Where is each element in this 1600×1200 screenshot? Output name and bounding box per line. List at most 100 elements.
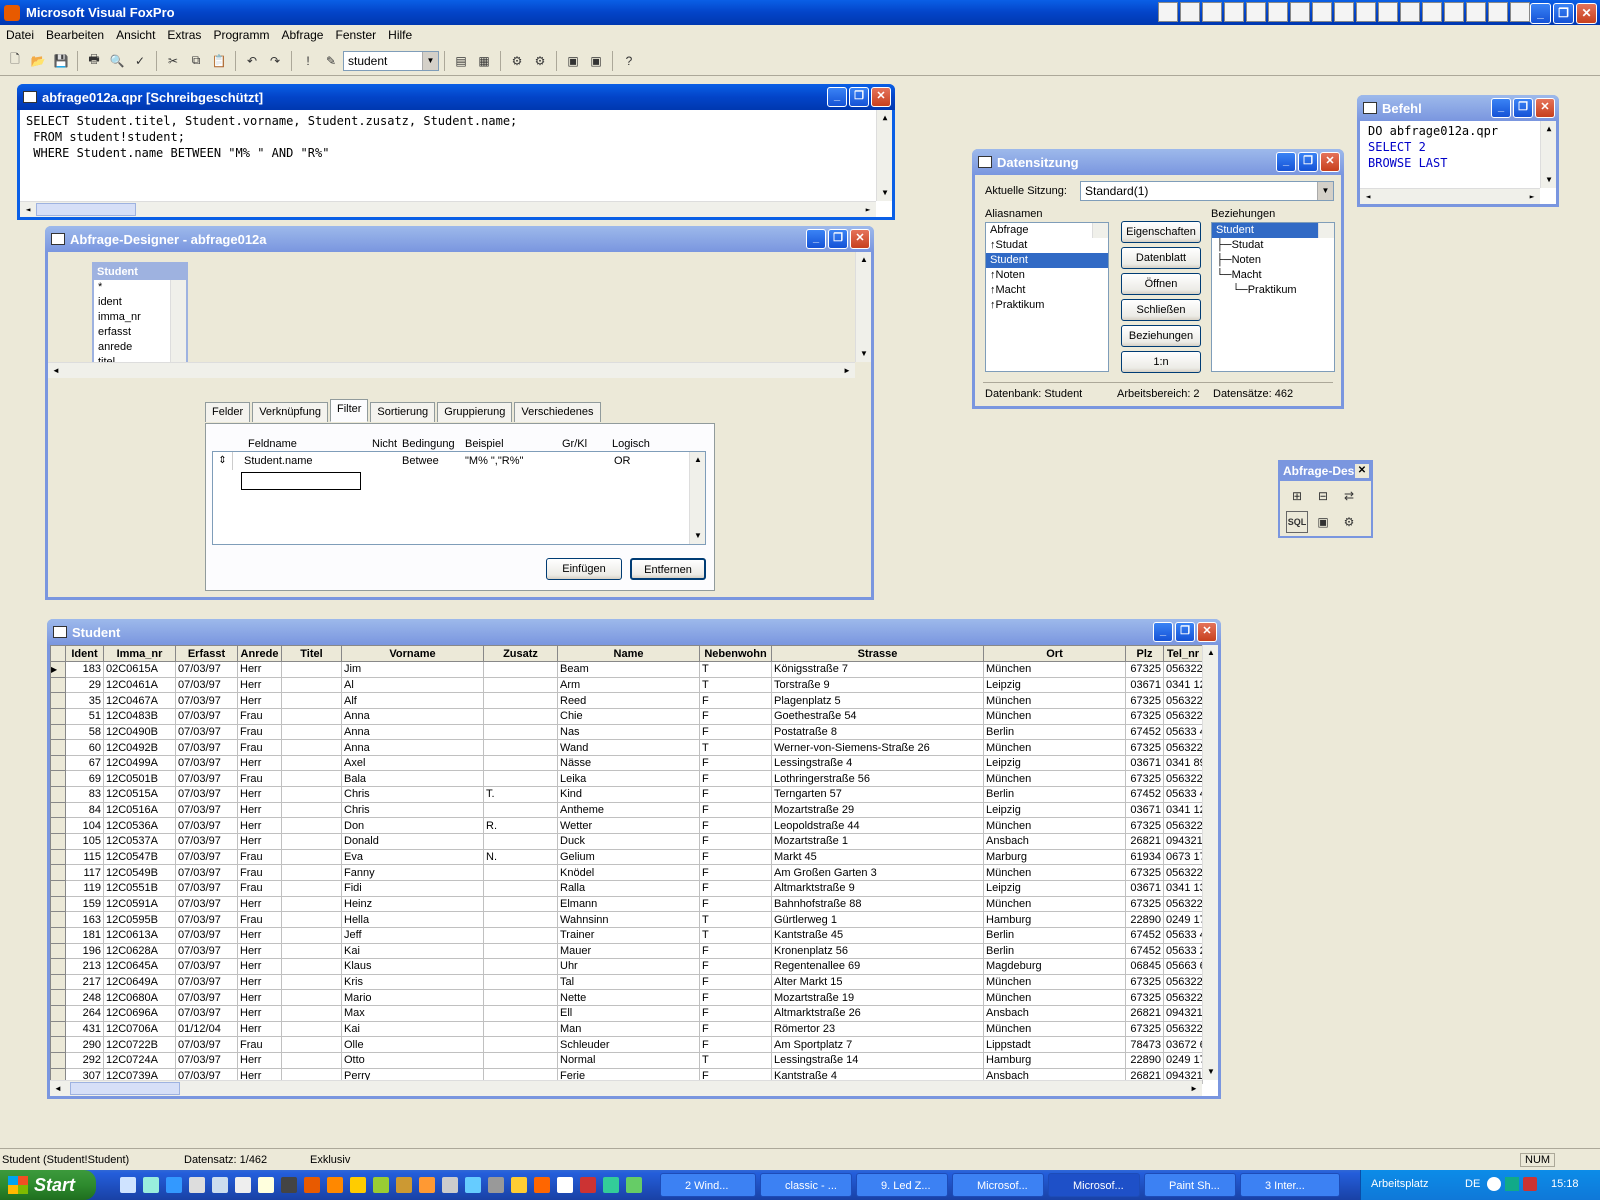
table-cell[interactable]: 12C0645A: [103, 958, 176, 975]
table-cell[interactable]: Regentenallee 69: [771, 958, 984, 975]
table-cell[interactable]: 67452: [1125, 926, 1164, 944]
row-indicator[interactable]: [50, 676, 66, 694]
table-cell[interactable]: F: [699, 1020, 772, 1038]
table-cell[interactable]: Jeff: [341, 926, 484, 944]
table-cell[interactable]: Knödel: [557, 864, 700, 881]
table-cell[interactable]: T: [699, 911, 772, 928]
table-cell[interactable]: Chie: [557, 707, 700, 725]
table-cell[interactable]: F: [699, 692, 772, 709]
table-cell[interactable]: 60: [65, 739, 104, 756]
table-cell[interactable]: 01/12/04: [175, 1020, 238, 1038]
table-row[interactable]: 217 12C0649A 07/03/97 Herr Kris Tal F Alter Mar…: [50, 973, 1203, 991]
table-cell[interactable]: Herr: [237, 833, 282, 850]
table-cell[interactable]: 056322: [1163, 864, 1203, 881]
table-cell[interactable]: [483, 692, 558, 709]
report-wizard-icon[interactable]: ⚙: [529, 50, 551, 72]
add-table-icon[interactable]: ⊞: [1286, 485, 1308, 507]
row-indicator[interactable]: [50, 833, 66, 850]
table-cell[interactable]: Ansbach: [983, 833, 1126, 850]
horizontal-scrollbar[interactable]: ◄ ►: [48, 362, 855, 378]
table-cell[interactable]: F: [699, 723, 772, 741]
session-select[interactable]: Standard(1) ▼: [1080, 181, 1334, 201]
table-cell[interactable]: 104: [65, 817, 104, 835]
table-cell[interactable]: [483, 958, 558, 975]
table-cell[interactable]: F: [699, 707, 772, 725]
insert-button[interactable]: Einfügen: [546, 558, 622, 580]
table-cell[interactable]: 196: [65, 942, 104, 960]
quicklaunch-icon[interactable]: [350, 1177, 366, 1193]
table-cell[interactable]: 056322: [1163, 973, 1203, 991]
table-row[interactable]: 115 12C0547B 07/03/97 Frau Eva N. Gelium F Markt…: [50, 848, 1203, 866]
table-cell[interactable]: Kind: [557, 786, 700, 803]
minimize-button[interactable]: _: [1276, 152, 1296, 172]
form-wizard-icon[interactable]: ⚙: [506, 50, 528, 72]
auto-report-icon[interactable]: ▣: [585, 50, 607, 72]
menu-bearbeiten[interactable]: Bearbeiten: [40, 28, 110, 42]
table-cell[interactable]: [483, 911, 558, 928]
table-cell[interactable]: Frau: [237, 879, 282, 897]
open-folder-icon[interactable]: 📂: [27, 50, 49, 72]
horizontal-scrollbar[interactable]: ◄ ►: [20, 201, 876, 217]
menu-extras[interactable]: Extras: [161, 28, 207, 42]
tree-item[interactable]: └─Macht: [1212, 268, 1334, 283]
close-button[interactable]: ✕: [1320, 152, 1340, 172]
vertical-scrollbar[interactable]: [1092, 223, 1108, 238]
browse-grid[interactable]: Ident Imma_nr Erfasst Anrede Titel Vorname Zus…: [50, 645, 1203, 1085]
list-item[interactable]: ↑Noten: [986, 268, 1108, 283]
table-cell[interactable]: 07/03/97: [175, 1005, 238, 1022]
table-cell[interactable]: Leipzig: [983, 879, 1126, 897]
task-paint-shop[interactable]: Paint Sh...: [1144, 1173, 1236, 1197]
table-cell[interactable]: Anna: [341, 707, 484, 725]
table-cell[interactable]: [483, 1020, 558, 1038]
table-cell[interactable]: 67: [65, 754, 104, 772]
table-cell[interactable]: [281, 770, 342, 788]
table-cell[interactable]: 67452: [1125, 942, 1164, 960]
table-cell[interactable]: 67325: [1125, 973, 1164, 991]
table-cell[interactable]: 12C0492B: [103, 739, 176, 756]
table-cell[interactable]: 22890: [1125, 911, 1164, 928]
table-cell[interactable]: Axel: [341, 754, 484, 772]
vertical-scrollbar[interactable]: [1318, 223, 1334, 238]
table-cell[interactable]: Mario: [341, 989, 484, 1007]
table-cell[interactable]: 07/03/97: [175, 911, 238, 928]
row-indicator[interactable]: [50, 879, 66, 897]
table-cell[interactable]: Bahnhofstraße 88: [771, 895, 984, 913]
table-cell[interactable]: Herr: [237, 1005, 282, 1022]
table-cell[interactable]: Alf: [341, 692, 484, 709]
table-cell[interactable]: [281, 864, 342, 881]
table-cell[interactable]: Herr: [237, 926, 282, 944]
table-cell[interactable]: 67325: [1125, 739, 1164, 756]
table-cell[interactable]: Frau: [237, 707, 282, 725]
table-cell[interactable]: 03671: [1125, 676, 1164, 694]
table-cell[interactable]: [281, 911, 342, 928]
table-cell[interactable]: Mozartstraße 1: [771, 833, 984, 850]
table-cell[interactable]: Herr: [237, 973, 282, 991]
quicklaunch-icon[interactable]: [235, 1177, 251, 1193]
table-cell[interactable]: 67452: [1125, 723, 1164, 741]
table-cell[interactable]: [483, 723, 558, 741]
table-cell[interactable]: F: [699, 770, 772, 788]
table-cell[interactable]: Herr: [237, 1052, 282, 1069]
table-cell[interactable]: 181: [65, 926, 104, 944]
table-cell[interactable]: 117: [65, 864, 104, 881]
table-cell[interactable]: [281, 926, 342, 944]
table-cell[interactable]: [281, 817, 342, 835]
table-cell[interactable]: 12C0461A: [103, 676, 176, 694]
table-cell[interactable]: 056322: [1163, 692, 1203, 709]
table-cell[interactable]: Fanny: [341, 864, 484, 881]
ie-icon[interactable]: [166, 1177, 182, 1193]
task-classic[interactable]: classic - ...: [760, 1173, 852, 1197]
table-cell[interactable]: F: [699, 833, 772, 850]
table-cell[interactable]: Terngarten 57: [771, 786, 984, 803]
current-row-indicator-icon[interactable]: ▶: [50, 661, 66, 678]
table-cell[interactable]: 26821: [1125, 833, 1164, 850]
close-button[interactable]: ✕: [850, 229, 870, 249]
table-cell[interactable]: [281, 958, 342, 975]
table-cell[interactable]: F: [699, 989, 772, 1007]
table-cell[interactable]: F: [699, 1036, 772, 1054]
table-row[interactable]: 119 12C0551B 07/03/97 Frau Fidi Ralla F Altmark…: [50, 879, 1203, 897]
table-row[interactable]: 292 12C0724A 07/03/97 Herr Otto Normal T Lessin…: [50, 1052, 1203, 1069]
table-cell[interactable]: Anna: [341, 723, 484, 741]
table-cell[interactable]: 056322: [1163, 817, 1203, 835]
table-box-student[interactable]: Student * ident imma_nr erfasst anrede t…: [92, 262, 188, 372]
